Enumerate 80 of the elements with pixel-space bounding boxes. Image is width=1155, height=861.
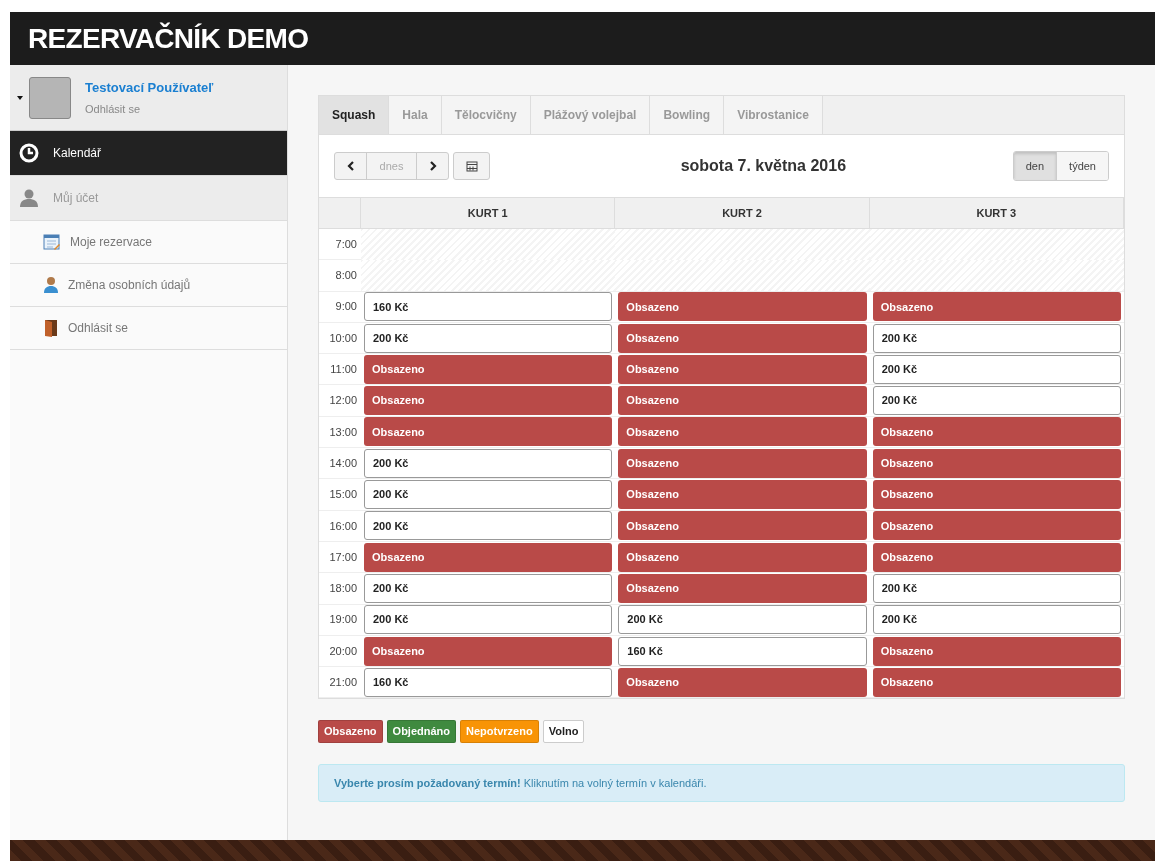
occupied-slot: Obsazeno <box>618 354 867 384</box>
free-slot[interactable]: 160 Kč <box>364 667 613 697</box>
legend-label: Volno <box>542 720 585 743</box>
free-slot[interactable]: 200 Kč <box>364 573 613 603</box>
occupied-slot: Obsazeno <box>618 542 867 572</box>
time-label: 19:00 <box>328 612 358 628</box>
occupied-slot: Obsazeno <box>618 448 867 478</box>
time-label: 15:00 <box>328 487 358 503</box>
free-slot[interactable]: 200 Kč <box>872 573 1121 603</box>
time-label: 8:00 <box>334 268 358 284</box>
time-label: 10:00 <box>328 330 358 346</box>
free-slot[interactable]: 200 Kč <box>364 480 613 510</box>
free-slot[interactable]: 200 Kč <box>872 605 1121 635</box>
occupied-slot: Obsazeno <box>872 511 1121 541</box>
occupied-slot: Obsazeno <box>618 480 867 510</box>
legend-label: Obsazeno <box>318 720 383 743</box>
occupied-slot: Obsazeno <box>618 386 867 416</box>
occupied-slot: Obsazeno <box>872 417 1121 447</box>
time-label: 14:00 <box>328 455 358 471</box>
app-title: REZERVAČNÍK DEMO <box>28 21 309 56</box>
calendar-icon <box>43 233 61 251</box>
alert-text: Vyberte prosím požadovaný termín! Kliknutím na volný termín v kalendáři. <box>334 775 707 791</box>
free-slot[interactable]: 200 Kč <box>364 605 613 635</box>
free-slot[interactable]: 200 Kč <box>872 323 1121 353</box>
occupied-slot: Obsazeno <box>364 386 613 416</box>
free-slot[interactable]: 200 Kč <box>618 605 867 635</box>
date-picker-button[interactable] <box>453 152 490 180</box>
free-slot[interactable]: 200 Kč <box>364 323 613 353</box>
calendar-icon <box>465 160 478 172</box>
time-label: 18:00 <box>328 581 358 597</box>
time-label: 11:00 <box>329 362 358 378</box>
occupied-slot: Obsazeno <box>872 636 1121 666</box>
user-icon <box>19 188 39 208</box>
time-label: 17:00 <box>328 549 358 565</box>
occupied-slot: Obsazeno <box>364 354 613 384</box>
column-header: KURT 1 <box>361 198 616 228</box>
person-icon <box>43 276 59 294</box>
time-label: 9:00 <box>334 299 358 315</box>
legend-label: Objednáno <box>386 720 457 743</box>
time-label: 13:00 <box>328 424 358 440</box>
free-slot[interactable]: 200 Kč <box>364 448 613 478</box>
chevron-right-icon <box>428 161 437 171</box>
time-label: 16:00 <box>328 518 358 534</box>
date-heading: sobota 7. května 2016 <box>680 156 847 176</box>
avatar <box>29 76 71 119</box>
occupied-slot: Obsazeno <box>364 417 613 447</box>
occupied-slot: Obsazeno <box>872 667 1121 697</box>
view-button[interactable]: den <box>1013 152 1057 180</box>
occupied-slot: Obsazeno <box>618 417 867 447</box>
free-slot[interactable]: 200 Kč <box>364 511 613 541</box>
occupied-slot: Obsazeno <box>872 542 1121 572</box>
time-label: 7:00 <box>334 236 358 252</box>
door-icon <box>43 319 59 337</box>
occupied-slot: Obsazeno <box>618 292 867 322</box>
occupied-slot: Obsazeno <box>618 323 867 353</box>
chevron-left-icon <box>346 161 355 171</box>
free-slot[interactable]: 200 Kč <box>872 354 1121 384</box>
clock-icon <box>19 143 39 163</box>
free-slot[interactable]: 160 Kč <box>364 292 613 322</box>
occupied-slot: Obsazeno <box>618 573 867 603</box>
time-label: 21:00 <box>328 675 358 691</box>
user-name[interactable]: Testovací Používateľ <box>85 77 214 97</box>
tab[interactable]: Squash <box>319 96 390 134</box>
occupied-slot: Obsazeno <box>364 636 613 666</box>
menu-item[interactable]: Kalendář <box>10 131 287 176</box>
caret-icon[interactable] <box>17 95 23 100</box>
column-header: KURT 3 <box>869 198 1124 228</box>
free-slot[interactable]: 160 Kč <box>618 636 867 666</box>
free-slot[interactable]: 200 Kč <box>872 386 1121 416</box>
occupied-slot: Obsazeno <box>618 667 867 697</box>
occupied-slot: Obsazeno <box>872 480 1121 510</box>
legend-label: Nepotvrzeno <box>460 720 539 743</box>
occupied-slot: Obsazeno <box>872 292 1121 322</box>
time-label: 20:00 <box>328 643 358 659</box>
time-label: 12:00 <box>328 393 358 409</box>
view-button[interactable]: týden <box>1056 152 1108 180</box>
occupied-slot: Obsazeno <box>618 511 867 541</box>
occupied-slot: Obsazeno <box>872 448 1121 478</box>
occupied-slot: Obsazeno <box>364 542 613 572</box>
column-header: KURT 2 <box>615 198 870 228</box>
